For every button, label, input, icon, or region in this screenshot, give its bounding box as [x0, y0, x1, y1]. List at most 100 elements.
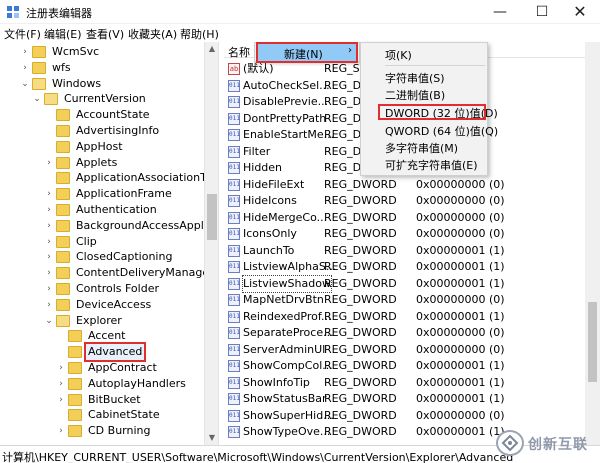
menu-help[interactable]: 帮助(H)	[180, 26, 219, 42]
tree-item-label: Accent	[88, 329, 126, 343]
expand-right-arrow-icon[interactable]: ›	[44, 265, 54, 281]
menu-edit[interactable]: 编辑(E)	[44, 26, 82, 42]
expand-right-arrow-icon[interactable]: ›	[56, 423, 66, 439]
menu-bar: 文件(F) 编辑(E) 查看(V) 收藏夹(A) 帮助(H)	[0, 24, 600, 42]
tree-scroll-thumb[interactable]	[207, 194, 217, 240]
expand-down-arrow-icon[interactable]: ⌄	[20, 76, 30, 92]
tree-item[interactable]: ApplicationAssociationToast	[0, 170, 218, 186]
list-row[interactable]: 011 MapNetDrvBtn REG_DWORD 0x00000000 (0)	[224, 292, 600, 308]
expand-right-arrow-icon[interactable]: ›	[44, 186, 54, 202]
tree-item[interactable]: AccountState	[0, 107, 204, 123]
list-row[interactable]: 011 ListviewShadow REG_DWORD 0x00000001 (1)	[224, 274, 600, 293]
value-type: REG_DWORD	[324, 309, 397, 323]
tree-item[interactable]: ⌄ Explorer	[0, 313, 204, 329]
list-scrollbar[interactable]	[585, 42, 600, 445]
menu-view[interactable]: 查看(V)	[86, 26, 124, 42]
value-data: 0x00000000 (0)	[416, 194, 505, 207]
submenu-item-expandstring[interactable]: 可扩充字符串值(E)	[385, 157, 478, 173]
list-row[interactable]: 011 ReindexedProf... REG_DWORD 0x00000001 (…	[224, 309, 600, 325]
scroll-down-arrow-icon[interactable]: ▼	[205, 431, 219, 445]
tree-item[interactable]: › CD Burning	[0, 423, 204, 439]
list-row[interactable]: 011 ListviewAlphaS... REG_DWORD 0x00000001 …	[224, 259, 600, 275]
value-name: AutoCheckSel...	[243, 78, 330, 92]
value-name: ShowCompCol...	[243, 359, 333, 372]
expand-right-arrow-icon[interactable]: ›	[44, 249, 54, 265]
registry-editor-icon	[7, 6, 19, 18]
list-scroll-thumb[interactable]	[588, 302, 597, 382]
list-row[interactable]: 011 ShowInfoTip REG_DWORD 0x00000001 (1)	[224, 375, 600, 391]
tree-item[interactable]: › AppContract	[0, 360, 204, 376]
tree-item[interactable]: AppHost	[0, 139, 204, 155]
value-data: 0x00000001 (1)	[416, 243, 505, 257]
list-row[interactable]: 011 IconsOnly REG_DWORD 0x00000000 (0)	[224, 226, 600, 242]
tree-item[interactable]: › DeviceAccess	[0, 297, 204, 313]
column-name-header[interactable]: 名称	[228, 44, 250, 60]
scroll-up-arrow-icon[interactable]: ▲	[205, 42, 219, 56]
submenu-item-string[interactable]: 字符串值(S)	[385, 70, 445, 86]
submenu-item-key[interactable]: 项(K)	[385, 47, 412, 63]
expand-right-arrow-icon[interactable]: ›	[44, 234, 54, 250]
folder-icon	[68, 409, 82, 422]
tree-item[interactable]: › AutoplayHandlers	[0, 376, 204, 392]
tree-item[interactable]: › ApplicationFrame	[0, 186, 204, 202]
tree-item[interactable]: › Clip	[0, 234, 204, 250]
binary-value-icon: 011	[228, 129, 240, 141]
minimize-button[interactable]: —	[480, 0, 520, 24]
expand-right-arrow-icon[interactable]: ›	[44, 155, 54, 171]
menu-file[interactable]: 文件(F)	[4, 26, 41, 42]
list-row[interactable]: 011 SeparateProce... REG_DWORD 0x00000000 (…	[224, 325, 600, 341]
list-row[interactable]: 011 HideFileExt REG_DWORD 0x00000000 (0)	[224, 177, 600, 193]
value-type: REG_DWORD	[324, 326, 397, 339]
tree-item[interactable]: › ContentDeliveryManager	[0, 265, 214, 281]
tree-item[interactable]: › Authentication	[0, 202, 204, 218]
tree-item[interactable]: Advanced	[0, 342, 204, 363]
tree-item[interactable]: › ClosedCaptioning	[0, 249, 204, 265]
list-row[interactable]: 011 HideMergeCo... REG_DWORD 0x00000000 (0)	[224, 210, 600, 226]
tree-item[interactable]: › BitBucket	[0, 392, 204, 408]
submenu-item-dword[interactable]: DWORD (32 位)值(D)	[385, 105, 498, 121]
close-button[interactable]: ✕	[560, 0, 600, 24]
list-row[interactable]: 011 ShowSuperHid... REG_DWORD 0x00000000 (0…	[224, 408, 600, 424]
list-row[interactable]: 011 ShowStatusBar REG_DWORD 0x00000001 (1)	[224, 391, 600, 407]
submenu-item-binary[interactable]: 二进制值(B)	[385, 87, 445, 103]
value-name: ListviewShadow	[242, 274, 332, 293]
list-row[interactable]: 011 ServerAdminUI REG_DWORD 0x00000000 (0)	[224, 342, 600, 358]
binary-value-icon: 011	[228, 393, 240, 405]
tree-item[interactable]: ⌄ Windows	[0, 76, 204, 92]
binary-value-icon: 011	[228, 409, 240, 422]
expand-right-arrow-icon[interactable]: ›	[44, 202, 54, 218]
tree-item[interactable]: AdvertisingInfo	[0, 123, 204, 139]
expand-down-arrow-icon[interactable]: ⌄	[32, 91, 42, 107]
expand-right-arrow-icon[interactable]: ›	[56, 376, 66, 392]
expand-right-arrow-icon[interactable]: ›	[56, 392, 66, 408]
submenu-item-qword[interactable]: QWORD (64 位)值(Q)	[385, 123, 498, 139]
expand-down-arrow-icon[interactable]: ⌄	[44, 313, 54, 329]
submenu-item-multistring[interactable]: 多字符串值(M)	[385, 140, 458, 156]
tree-scrollbar[interactable]: ▲ ▼	[204, 42, 218, 445]
title-bar: 注册表编辑器 — ☐ ✕	[0, 0, 600, 24]
new-menu-item[interactable]: 新建(N) ›	[256, 42, 358, 63]
tree-item[interactable]: › wfs	[0, 60, 204, 76]
list-row[interactable]: 011 HideIcons REG_DWORD 0x00000000 (0)	[224, 193, 600, 209]
expand-right-arrow-icon[interactable]: ›	[56, 360, 66, 376]
binary-value-icon: 011	[228, 112, 240, 125]
tree-item[interactable]: › WcmSvc	[0, 44, 204, 60]
value-name: HideIcons	[243, 194, 297, 207]
expand-right-arrow-icon[interactable]: ›	[44, 218, 54, 234]
expand-right-arrow-icon[interactable]: ›	[20, 60, 30, 76]
maximize-button[interactable]: ☐	[522, 0, 562, 24]
list-row[interactable]: 011 ShowCompCol... REG_DWORD 0x00000001 (1)	[224, 358, 600, 374]
tree-item[interactable]: ⌄ CurrentVersion	[0, 91, 204, 107]
menu-favorites[interactable]: 收藏夹(A)	[128, 26, 177, 42]
tree-item[interactable]: CabinetState	[0, 407, 204, 423]
tree-item[interactable]: › Applets	[0, 155, 204, 171]
expand-right-arrow-icon[interactable]: ›	[44, 281, 54, 297]
expand-right-arrow-icon[interactable]: ›	[44, 297, 54, 313]
value-type: REG_DWORD	[324, 243, 397, 257]
expand-right-arrow-icon[interactable]: ›	[20, 44, 30, 60]
tree-item[interactable]: › Controls Folder	[0, 281, 204, 297]
tree-item[interactable]: › BackgroundAccessApplicati	[0, 218, 218, 234]
tree-item-label: CabinetState	[88, 408, 160, 422]
list-row[interactable]: 011 LaunchTo REG_DWORD 0x00000001 (1)	[224, 243, 600, 259]
tree-item[interactable]: Accent	[0, 328, 204, 344]
